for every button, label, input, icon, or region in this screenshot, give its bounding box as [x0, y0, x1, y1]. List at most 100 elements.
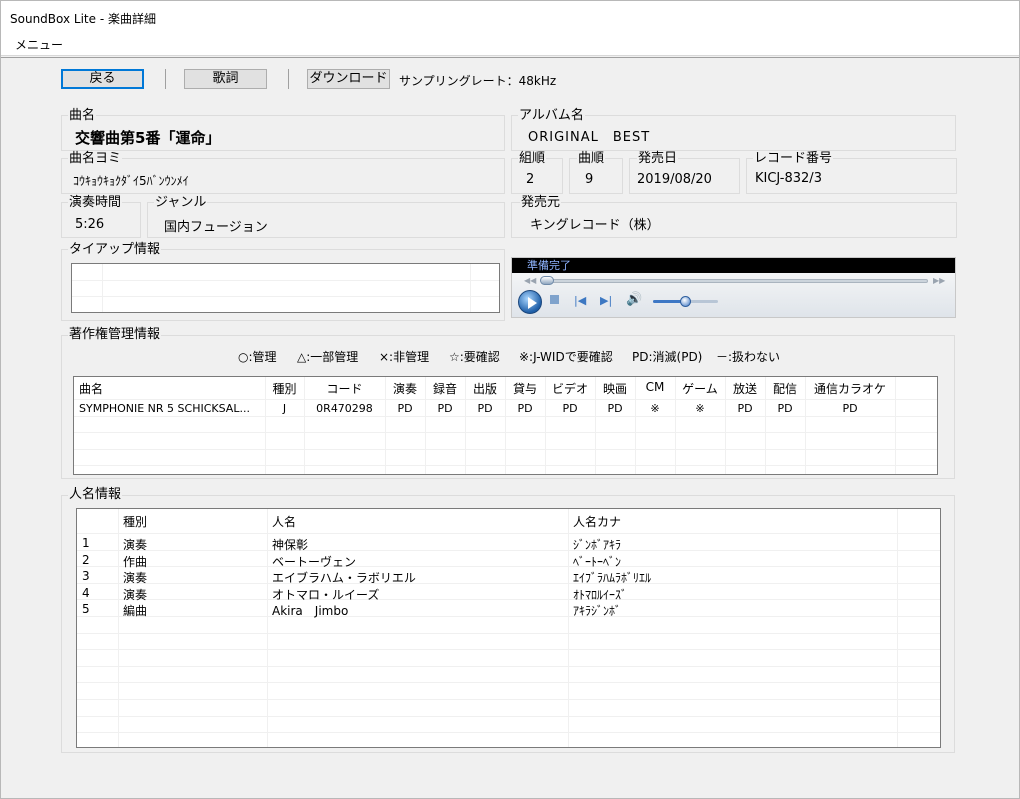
table-cell: PD	[737, 402, 753, 415]
menu-divider	[1, 57, 1019, 58]
grid-line	[72, 296, 499, 297]
legend-item: △:一部管理	[297, 350, 359, 364]
persons-table[interactable]: 種別 人名 人名カナ 1 演奏 神保彰 ｼﾞﾝﾎﾞｱｷﾗ 2 作曲 ベートーヴェン ﾍﾞｰﾄｰﾍﾞﾝ…	[76, 508, 941, 748]
grid-line	[102, 264, 103, 312]
player-status-text: 準備完了	[527, 259, 571, 272]
table-row[interactable]	[77, 600, 897, 617]
table-cell: Akira Jimbo	[272, 604, 349, 618]
column-header[interactable]: 放送	[725, 380, 765, 397]
genre-label: ジャンル	[154, 195, 208, 210]
column-header[interactable]: 録音	[425, 380, 465, 397]
volume-handle[interactable]	[680, 296, 691, 307]
table-cell: 1	[82, 536, 90, 550]
rewind-icon[interactable]: ◀◀	[524, 276, 536, 285]
grid-line	[74, 465, 937, 466]
table-row[interactable]	[77, 584, 897, 601]
column-header[interactable]: 映画	[595, 380, 635, 397]
column-header[interactable]: 演奏	[385, 380, 425, 397]
legend-item: ○:管理	[238, 350, 277, 364]
copyright-table[interactable]: 曲名 種別 コード 演奏 録音 出版 貸与 ビデオ 映画 CM ゲーム 放送 配信 通信カラオケ SYMPH…	[73, 376, 938, 475]
table-cell: 3	[82, 569, 90, 583]
column-header[interactable]: コード	[304, 380, 385, 397]
table-row[interactable]	[77, 534, 897, 551]
table-cell: PD	[397, 402, 413, 415]
table-cell: 5	[82, 602, 90, 616]
table-cell: SYMPHONIE NR 5 SCHICKSAL...	[79, 402, 250, 415]
tieup-label: タイアップ情報	[68, 242, 162, 257]
play-icon	[528, 297, 537, 309]
column-header[interactable]: 配信	[765, 380, 805, 397]
column-header[interactable]: 人名カナ	[573, 513, 621, 530]
lyrics-button[interactable]: 歌詞	[184, 69, 267, 89]
table-cell: 2	[82, 553, 90, 567]
table-row[interactable]	[77, 567, 897, 584]
legend-item: －:扱わない	[716, 350, 781, 364]
stop-icon[interactable]	[550, 295, 559, 304]
grid-line	[77, 649, 940, 650]
player-status-bar	[512, 258, 955, 273]
tieup-listbox[interactable]	[71, 263, 500, 313]
table-cell: ※	[695, 402, 705, 415]
toolbar-separator	[288, 69, 289, 89]
release-date: 2019/08/20	[637, 172, 712, 187]
table-cell: J	[282, 402, 287, 415]
grid-line	[74, 432, 937, 433]
grid-line	[74, 449, 937, 450]
menu-item-menu[interactable]: メニュー	[15, 36, 63, 53]
seek-bar[interactable]	[542, 279, 928, 283]
grid-line	[77, 699, 940, 700]
legend-item: ※:J-WIDで要確認	[519, 350, 613, 364]
table-cell: 0R470298	[316, 402, 373, 415]
table-cell: ｱｷﾗｼﾞﾝﾎﾞ	[573, 604, 622, 618]
volume-icon[interactable]: 🔊	[626, 292, 642, 307]
copyright-label: 著作権管理情報	[68, 327, 162, 342]
legend-item: ☆:要確認	[449, 350, 500, 364]
column-header[interactable]: 出版	[465, 380, 505, 397]
table-cell: PD	[842, 402, 858, 415]
column-header[interactable]: 人名	[272, 513, 296, 530]
media-player: 準備完了 ◀◀ ▶▶ |◀ ▶| 🔊	[511, 257, 956, 318]
column-header[interactable]: 通信カラオケ	[805, 380, 895, 397]
column-header[interactable]: 種別	[123, 513, 147, 530]
menu-bar	[1, 32, 1019, 56]
seek-handle[interactable]	[540, 276, 554, 285]
disc-number: 2	[526, 172, 535, 187]
table-cell: PD	[562, 402, 578, 415]
column-header[interactable]: 貸与	[505, 380, 545, 397]
app-window: SoundBox Lite - 楽曲詳細 メニュー 戻る 歌詞 ダウンロード サ…	[0, 0, 1020, 799]
table-cell: PD	[777, 402, 793, 415]
grid-line	[72, 280, 499, 281]
song-title: 交響曲第5番「運命」	[75, 129, 221, 147]
table-row[interactable]	[77, 551, 897, 568]
column-header[interactable]: ビデオ	[545, 380, 595, 397]
song-reading: ｺｳｷｮｳｷｮｸﾀﾞｲ5ﾊﾞﾝｳﾝﾒｲ	[73, 174, 189, 188]
sampling-rate-label: サンプリングレート：48kHz	[399, 74, 557, 88]
next-icon[interactable]: ▶|	[600, 294, 612, 307]
publisher-label: 発売元	[520, 195, 562, 210]
disc-label: 組順	[518, 151, 547, 166]
genre: 国内フュージョン	[164, 220, 268, 235]
play-button[interactable]	[518, 290, 542, 314]
column-header[interactable]: 曲名	[79, 380, 103, 397]
duration-label: 演奏時間	[68, 195, 123, 210]
table-cell: PD	[517, 402, 533, 415]
grid-line	[77, 666, 940, 667]
column-header[interactable]: CM	[635, 380, 675, 394]
download-button[interactable]: ダウンロード	[307, 69, 390, 89]
back-button[interactable]: 戻る	[61, 69, 144, 89]
album-name: ORIGINAL BEST	[528, 130, 651, 145]
album-label: アルバム名	[518, 108, 585, 123]
table-cell: PD	[437, 402, 453, 415]
legend-item: PD:消滅(PD)	[632, 350, 703, 364]
grid-line	[470, 264, 471, 312]
window-title: SoundBox Lite - 楽曲詳細	[10, 12, 156, 26]
toolbar-separator	[165, 69, 166, 89]
grid-line	[77, 732, 940, 733]
table-cell: 4	[82, 586, 90, 600]
column-header[interactable]: 種別	[265, 380, 304, 397]
fast-forward-icon[interactable]: ▶▶	[933, 276, 945, 285]
previous-icon[interactable]: |◀	[574, 294, 586, 307]
persons-label: 人名情報	[68, 487, 123, 502]
column-header[interactable]: ゲーム	[675, 380, 725, 397]
grid-line	[895, 377, 896, 474]
